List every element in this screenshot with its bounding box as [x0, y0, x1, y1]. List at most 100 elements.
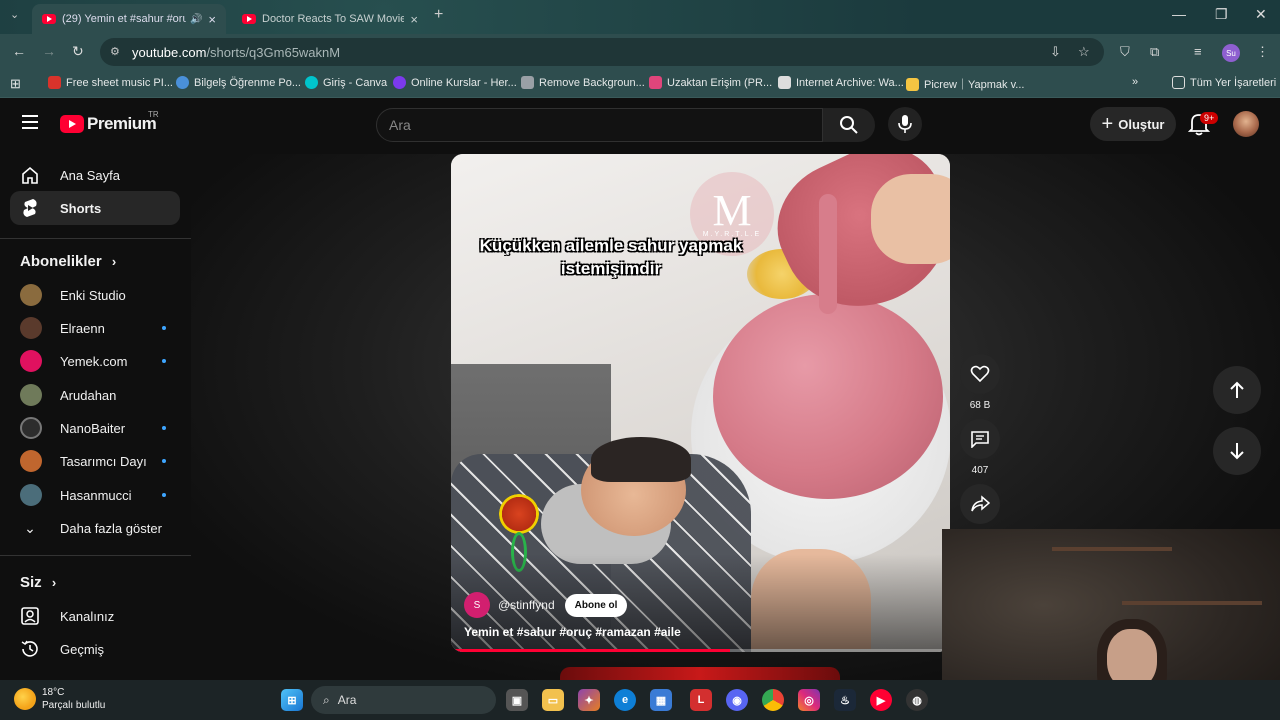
- close-window-icon[interactable]: ✕: [1255, 6, 1267, 23]
- logo-text: Premium: [87, 114, 157, 133]
- instagram-icon[interactable]: ◎: [798, 689, 820, 711]
- channel-avatar: [20, 317, 42, 339]
- sidebar-item-subscription[interactable]: Hasanmucci: [10, 478, 180, 512]
- sidebar-item-home[interactable]: Ana Sayfa: [10, 158, 180, 192]
- share-button[interactable]: [960, 484, 1000, 524]
- discord-icon[interactable]: ◉: [726, 689, 748, 711]
- new-content-dot: [162, 459, 166, 463]
- bookmark-item[interactable]: Online Kurslar - Her...: [393, 76, 517, 89]
- channel-icon: [20, 606, 40, 626]
- subscribe-button[interactable]: Abone ol: [564, 593, 628, 617]
- short-title[interactable]: Yemin et #sahur #oruç #ramazan #aile: [464, 625, 681, 639]
- obs-icon[interactable]: ◍: [906, 689, 928, 711]
- sidebar-item-subscription[interactable]: NanoBaiter: [10, 411, 180, 445]
- copilot-icon[interactable]: ✦: [578, 689, 600, 711]
- all-bookmarks[interactable]: Tüm Yer İşaretleri: [1172, 76, 1276, 89]
- bookmark-item[interactable]: Giriş - Canva: [305, 76, 387, 89]
- subscriptions-heading[interactable]: Abonelikler ›: [20, 253, 116, 270]
- next-short-button[interactable]: [1213, 427, 1261, 475]
- search-icon: [840, 116, 858, 134]
- bookmark-favicon-icon: [305, 76, 318, 89]
- previous-short-button[interactable]: [1213, 366, 1261, 414]
- user-avatar[interactable]: [1233, 111, 1259, 137]
- bookmark-item[interactable]: Free sheet music PI...: [48, 76, 173, 89]
- more-bookmarks-icon[interactable]: »: [1132, 76, 1138, 88]
- weather-widget[interactable]: 18°C Parçalı bulutlu: [14, 686, 105, 712]
- youtube-logo[interactable]: Premium TR: [60, 110, 159, 134]
- sidebar-item-subscription[interactable]: Tasarımcı Dayı: [10, 444, 180, 478]
- restore-icon[interactable]: ❐: [1215, 6, 1228, 23]
- edge-icon[interactable]: e: [614, 689, 636, 711]
- speaker-icon[interactable]: 🔊: [190, 14, 202, 25]
- file-explorer-icon[interactable]: ▭: [542, 689, 564, 711]
- menu-dots-icon[interactable]: ⋮: [1256, 44, 1269, 60]
- sidebar-item-subscription[interactable]: Enki Studio: [10, 278, 180, 312]
- apps-grid-icon[interactable]: ⊞: [10, 76, 21, 92]
- profile-avatar[interactable]: Su: [1222, 44, 1240, 62]
- microsoft-store-icon[interactable]: ▦: [650, 689, 672, 711]
- tab-search-chevron-icon[interactable]: ⌄: [10, 8, 19, 21]
- share-action: [960, 484, 1000, 524]
- new-tab-icon[interactable]: +: [434, 6, 443, 24]
- create-button[interactable]: + Oluştur: [1090, 107, 1176, 141]
- like-action: 68 B: [960, 354, 1000, 411]
- forward-icon[interactable]: →: [42, 43, 56, 59]
- youtube-music-icon[interactable]: ▶: [870, 689, 892, 711]
- url-host: youtube.com: [132, 44, 207, 60]
- comments-button[interactable]: [960, 419, 1000, 459]
- video-progress-fill: [451, 649, 731, 652]
- weather-temp: 18°C: [42, 687, 65, 698]
- channel-avatar[interactable]: S: [464, 592, 490, 618]
- browser-tab[interactable]: Doctor Reacts To SAW Movie ×: [232, 4, 428, 34]
- search-button[interactable]: [823, 108, 875, 142]
- close-tab-icon[interactable]: ×: [208, 12, 216, 27]
- reload-icon[interactable]: ↻: [72, 43, 84, 60]
- shorts-video-player[interactable]: M M.Y.R.T.L.E Küçükken ailemle sahur yap…: [451, 154, 950, 652]
- taskbar-search[interactable]: ⌕ Ara: [311, 686, 496, 714]
- url-bar[interactable]: ⚙ youtube.com /shorts/q3Gm65waknM: [100, 38, 1104, 66]
- bookmark-item[interactable]: Internet Archive: Wa...: [778, 76, 904, 89]
- steam-icon[interactable]: ♨: [834, 689, 856, 711]
- browser-tab-active[interactable]: (29) Yemin et #sahur #oruç 🔊 ×: [32, 4, 226, 34]
- minimize-icon[interactable]: —: [1172, 6, 1186, 22]
- extension-shield-icon[interactable]: ⛉: [1120, 44, 1130, 60]
- you-heading[interactable]: Siz ›: [20, 574, 56, 591]
- chrome-icon[interactable]: [762, 689, 784, 711]
- search-input[interactable]: Ara: [376, 108, 823, 142]
- sidebar-item-subscription[interactable]: Arudahan: [10, 378, 180, 412]
- sidebar-item-history[interactable]: Geçmiş: [10, 632, 180, 666]
- voice-search-button[interactable]: [888, 107, 922, 141]
- next-short-thumbnail[interactable]: [560, 667, 840, 680]
- site-info-icon[interactable]: ⚙: [110, 45, 120, 58]
- sidebar-item-your-channel[interactable]: Kanalınız: [10, 599, 180, 633]
- menu-icon[interactable]: [22, 115, 38, 129]
- app-l-icon[interactable]: L: [690, 689, 712, 711]
- install-app-icon[interactable]: ⇩: [1050, 44, 1061, 60]
- bookmark-favicon-icon: [393, 76, 406, 89]
- bookmark-item[interactable]: Remove Backgroun...: [521, 76, 645, 89]
- windows-taskbar: 18°C Parçalı bulutlu ⊞ ⌕ Ara ▣ ▭ ✦ e ▦ L …: [0, 680, 1280, 720]
- like-button[interactable]: [960, 354, 1000, 394]
- media-control-icon[interactable]: ≡: [1194, 44, 1202, 59]
- task-view-icon[interactable]: ▣: [506, 689, 528, 711]
- extensions-icon[interactable]: ⧉: [1150, 44, 1159, 60]
- bookmark-label: Remove Backgroun...: [539, 76, 645, 89]
- video-glaze-stream: [819, 194, 837, 314]
- arrow-up-icon: [1230, 381, 1244, 398]
- bookmark-item[interactable]: Bilgelş Öğrenme Po...: [176, 76, 301, 89]
- sidebar-item-subscription[interactable]: Yemek.com: [10, 344, 180, 378]
- show-more-button[interactable]: ⌄ Daha fazla göster: [10, 511, 180, 545]
- video-progress-bar[interactable]: [451, 649, 950, 652]
- channel-avatar: [20, 350, 42, 372]
- bookmark-star-icon[interactable]: ☆: [1078, 44, 1090, 60]
- sidebar-item-subscription[interactable]: Elraenn: [10, 311, 180, 345]
- sidebar-item-shorts[interactable]: Shorts: [10, 191, 180, 225]
- back-icon[interactable]: ←: [12, 43, 26, 59]
- close-tab-icon[interactable]: ×: [410, 12, 418, 27]
- bookmark-label: Internet Archive: Wa...: [796, 76, 904, 89]
- bookmark-item[interactable]: Picrew｜Yapmak v...: [906, 76, 1024, 92]
- youtube-favicon-icon: [242, 14, 256, 24]
- windows-start-icon[interactable]: ⊞: [281, 689, 303, 711]
- channel-handle[interactable]: @stinffynd: [498, 598, 555, 612]
- bookmark-item[interactable]: Uzaktan Erişim (PR...: [649, 76, 772, 89]
